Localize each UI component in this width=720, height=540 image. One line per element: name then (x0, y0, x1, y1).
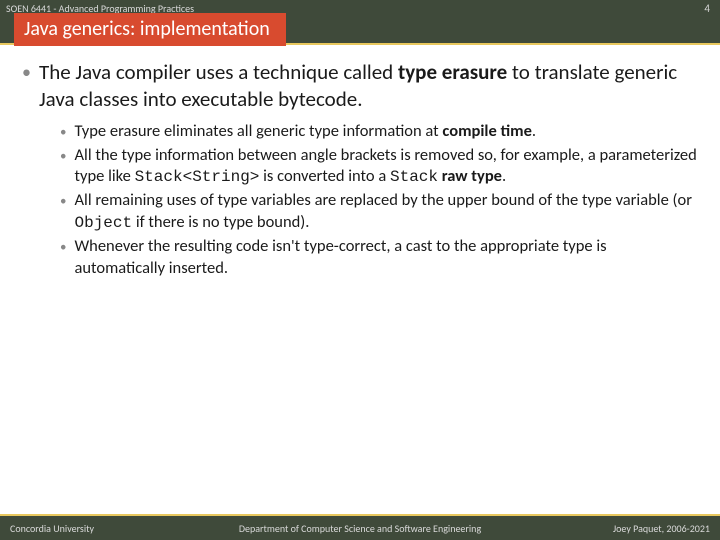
sub-bullet: • Whenever the resulting code isn't type… (60, 236, 698, 280)
text-fragment: Type erasure eliminates all generic type… (74, 121, 442, 141)
sub-bullet: • All the type information between angle… (60, 145, 698, 189)
bullet-icon: • (60, 150, 66, 163)
code-text: Stack (390, 168, 438, 186)
text-fragment: The Java compiler uses a technique calle… (39, 59, 398, 85)
main-bullet: • The Java compiler uses a technique cal… (22, 59, 698, 113)
sub-bullet-text: All remaining uses of type variables are… (74, 190, 698, 234)
text-bold: compile time (442, 121, 532, 141)
bullet-icon: • (22, 63, 31, 81)
text-fragment: . (502, 166, 506, 186)
sub-bullet: • Type erasure eliminates all generic ty… (60, 121, 698, 143)
page-number: 4 (704, 2, 710, 15)
text-fragment: if there is no type bound). (132, 212, 309, 232)
sub-list: • Type erasure eliminates all generic ty… (60, 121, 698, 280)
slide-title: Java generics: implementation (14, 13, 286, 46)
text-fragment: All remaining uses of type variables are… (74, 190, 692, 210)
sub-bullet-text: All the type information between angle b… (74, 145, 698, 189)
bullet-icon: • (60, 126, 66, 139)
text-bold: raw type (438, 166, 502, 186)
main-bullet-text: The Java compiler uses a technique calle… (39, 59, 698, 113)
sub-bullet-text: Whenever the resulting code isn't type-c… (74, 236, 698, 280)
text-bold: type erasure (398, 59, 507, 85)
text-fragment: . (532, 121, 536, 141)
header-bar: SOEN 6441 - Advanced Programming Practic… (0, 0, 720, 45)
text-fragment: is converted into a (259, 166, 390, 186)
footer-center: Department of Computer Science and Softw… (239, 522, 481, 535)
code-text: Object (74, 214, 132, 232)
sub-bullet: • All remaining uses of type variables a… (60, 190, 698, 234)
footer-right: Joey Paquet, 2006-2021 (613, 522, 710, 535)
content-area: • The Java compiler uses a technique cal… (0, 45, 720, 280)
code-text: Stack<String> (135, 168, 260, 186)
footer-left: Concordia University (10, 522, 94, 535)
bullet-icon: • (60, 195, 66, 208)
footer-bar: Concordia University Department of Compu… (0, 514, 720, 540)
sub-bullet-text: Type erasure eliminates all generic type… (74, 121, 536, 143)
bullet-icon: • (60, 241, 66, 254)
